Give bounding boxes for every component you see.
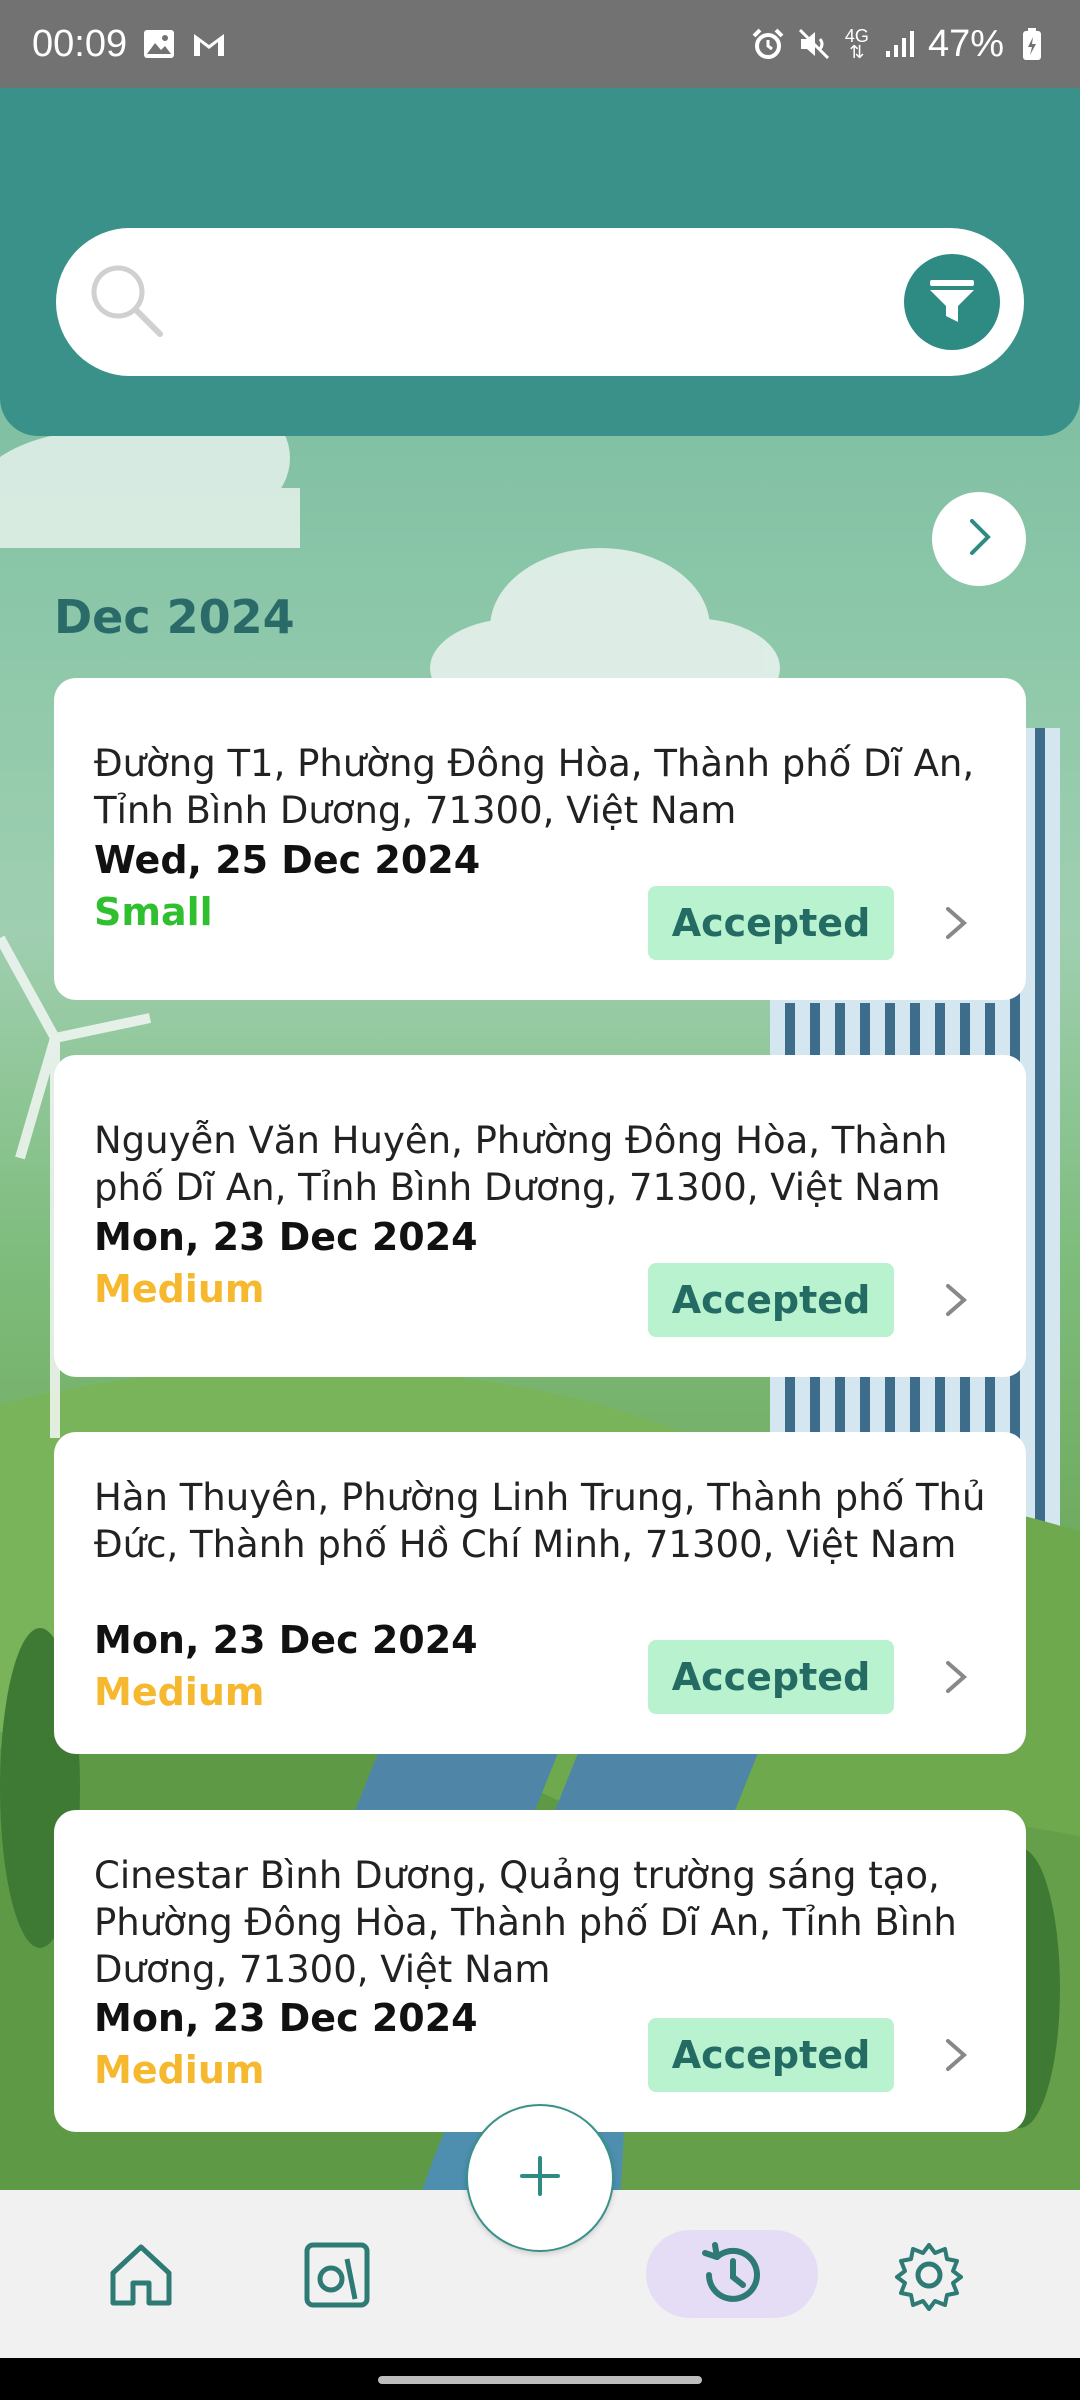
- plus-icon: [516, 2152, 564, 2205]
- booking-size: Medium: [94, 2048, 265, 2092]
- gallery-notification-icon: [141, 26, 177, 62]
- filter-button[interactable]: [904, 254, 1000, 350]
- search-input[interactable]: [186, 228, 904, 376]
- chevron-right-icon[interactable]: [936, 898, 976, 948]
- data-arrows-icon: ⇅: [849, 42, 865, 62]
- nav-gallery[interactable]: [292, 2232, 382, 2322]
- gesture-handle[interactable]: [378, 2376, 702, 2384]
- booking-address: Đường T1, Phường Đông Hòa, Thành phố Dĩ …: [94, 742, 975, 832]
- battery-percent: 47%: [927, 22, 1004, 65]
- screen: 00:09 4G ⇅ 47% Dec 2024 Đường T1, Phường…: [0, 0, 1080, 2400]
- booking-size: Medium: [94, 1670, 265, 1714]
- status-time: 00:09: [32, 22, 128, 65]
- month-label: Dec 2024: [54, 590, 295, 644]
- status-badge: Accepted: [648, 1263, 894, 1337]
- booking-card[interactable]: Nguyễn Văn Huyên, Phường Đông Hòa, Thành…: [54, 1055, 1026, 1377]
- status-bar: 00:09 4G ⇅ 47%: [0, 0, 1080, 88]
- battery-charging-icon: [1014, 26, 1050, 62]
- filter-icon: [924, 272, 980, 333]
- booking-address: Cinestar Bình Dương, Quảng trường sáng t…: [94, 1854, 957, 1991]
- status-right: 4G ⇅ 47%: [750, 23, 1050, 66]
- booking-date: Mon, 23 Dec 2024: [94, 1618, 478, 1662]
- chevron-right-icon[interactable]: [936, 1275, 976, 1325]
- booking-date: Mon, 23 Dec 2024: [94, 1215, 478, 1259]
- booking-date: Wed, 25 Dec 2024: [94, 838, 481, 882]
- home-icon: [105, 2239, 177, 2316]
- status-badge: Accepted: [648, 1640, 894, 1714]
- nav-settings[interactable]: [884, 2232, 974, 2322]
- search-bar[interactable]: [56, 228, 1024, 376]
- booking-card[interactable]: Cinestar Bình Dương, Quảng trường sáng t…: [54, 1810, 1026, 2132]
- settings-icon: [893, 2239, 965, 2316]
- alarm-icon: [750, 26, 786, 62]
- booking-size: Small: [94, 890, 213, 934]
- search-icon: [86, 260, 166, 345]
- booking-card[interactable]: Hàn Thuyên, Phường Linh Trung, Thành phố…: [54, 1432, 1026, 1754]
- booking-address: Nguyễn Văn Huyên, Phường Đông Hòa, Thành…: [94, 1119, 948, 1209]
- status-left: 00:09: [32, 23, 227, 66]
- nav-home[interactable]: [96, 2232, 186, 2322]
- status-badge: Accepted: [648, 2018, 894, 2092]
- mute-icon: [796, 26, 832, 62]
- network-type-icon: 4G ⇅: [842, 26, 872, 62]
- gmail-notification-icon: [191, 26, 227, 62]
- next-month-button[interactable]: [932, 492, 1026, 586]
- gallery-icon: [301, 2239, 373, 2316]
- chevron-right-icon[interactable]: [936, 1652, 976, 1702]
- booking-card[interactable]: Đường T1, Phường Đông Hòa, Thành phố Dĩ …: [54, 678, 1026, 1000]
- booking-size: Medium: [94, 1267, 265, 1311]
- booking-date: Mon, 23 Dec 2024: [94, 1996, 478, 2040]
- chevron-right-icon: [964, 517, 994, 562]
- history-icon: [697, 2239, 769, 2316]
- signal-icon: [882, 26, 918, 62]
- status-badge: Accepted: [648, 886, 894, 960]
- chevron-right-icon[interactable]: [936, 2030, 976, 2080]
- nav-history[interactable]: [688, 2232, 778, 2322]
- add-booking-button[interactable]: [466, 2104, 614, 2252]
- booking-address: Hàn Thuyên, Phường Linh Trung, Thành phố…: [94, 1476, 986, 1566]
